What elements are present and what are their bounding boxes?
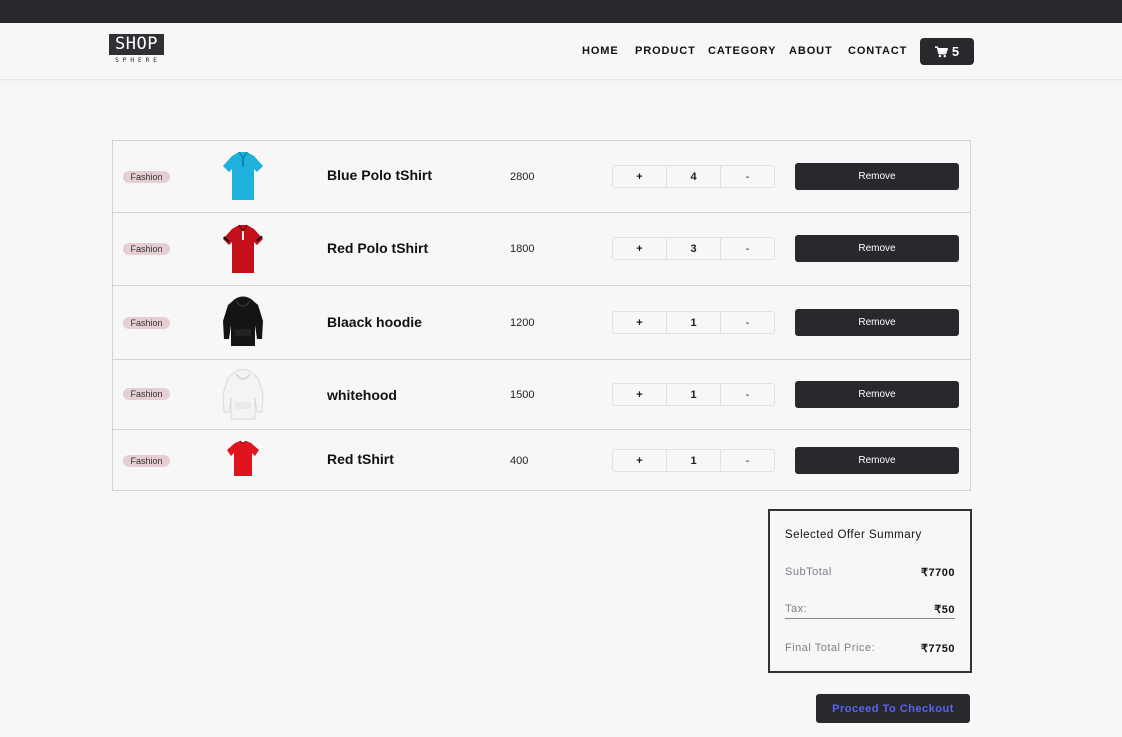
qty-decrease-button[interactable]: -	[721, 166, 774, 187]
red-polo-image	[218, 222, 268, 276]
quantity-stepper: + 1 -	[612, 449, 775, 472]
product-name[interactable]: Blue Polo tShirt	[327, 167, 432, 183]
product-name[interactable]: Red Polo tShirt	[327, 240, 428, 256]
qty-increase-button[interactable]: +	[613, 384, 667, 405]
top-strip	[0, 0, 1122, 23]
product-price: 1200	[510, 317, 535, 329]
cart-row: Fashion Red tShirt 400 + 1 - Remove	[113, 430, 970, 490]
product-name[interactable]: whitehood	[327, 387, 397, 403]
cart-table: Fashion Blue Polo tShirt 2800 + 4 - Remo…	[112, 140, 971, 491]
product-name[interactable]: Red tShirt	[327, 451, 394, 467]
qty-value: 1	[667, 384, 721, 405]
qty-value: 1	[667, 312, 721, 333]
shopping-cart-icon	[934, 45, 948, 57]
nav-about[interactable]: ABOUT	[789, 45, 833, 57]
remove-button[interactable]: Remove	[795, 447, 959, 474]
brand-logo-top: SHOP	[109, 34, 164, 55]
quantity-stepper: + 4 -	[612, 165, 775, 188]
remove-button[interactable]: Remove	[795, 163, 959, 190]
final-total-value: ₹7750	[921, 643, 955, 655]
qty-increase-button[interactable]: +	[613, 238, 667, 259]
brand-logo[interactable]: SHOP SPHERE	[109, 34, 164, 65]
proceed-to-checkout-button[interactable]: Proceed To Checkout	[816, 694, 970, 723]
cart-row: Fashion Blaack hoodie 1200 + 1 - Remove	[113, 286, 970, 360]
qty-value: 1	[667, 450, 721, 471]
qty-increase-button[interactable]: +	[613, 450, 667, 471]
category-badge: Fashion	[123, 317, 170, 329]
product-price: 1500	[510, 389, 535, 401]
white-hoodie-image	[218, 368, 268, 422]
cart-button[interactable]: 5	[920, 38, 974, 65]
nav-category[interactable]: CATEGORY	[708, 45, 776, 57]
final-total-label: Final Total Price:	[785, 642, 876, 654]
subtotal-label: SubTotal	[785, 566, 832, 578]
qty-decrease-button[interactable]: -	[721, 450, 774, 471]
qty-value: 3	[667, 238, 721, 259]
category-badge: Fashion	[123, 243, 170, 255]
qty-decrease-button[interactable]: -	[721, 384, 774, 405]
qty-increase-button[interactable]: +	[613, 166, 667, 187]
navbar: SHOP SPHERE HOME PRODUCT CATEGORY ABOUT …	[0, 23, 1122, 80]
product-price: 1800	[510, 243, 535, 255]
nav-product[interactable]: PRODUCT	[635, 45, 696, 57]
nav-home[interactable]: HOME	[582, 45, 619, 57]
category-badge: Fashion	[123, 171, 170, 183]
remove-button[interactable]: Remove	[795, 309, 959, 336]
black-hoodie-image	[218, 295, 268, 349]
quantity-stepper: + 1 -	[612, 311, 775, 334]
cart-row: Fashion Blue Polo tShirt 2800 + 4 - Remo…	[113, 141, 970, 213]
brand-logo-bottom: SPHERE	[115, 57, 161, 64]
qty-value: 4	[667, 166, 721, 187]
tax-value: ₹50	[934, 604, 955, 616]
cart-row: Fashion Red Polo tShirt 1800 + 3 - Remov…	[113, 213, 970, 286]
quantity-stepper: + 1 -	[612, 383, 775, 406]
qty-increase-button[interactable]: +	[613, 312, 667, 333]
quantity-stepper: + 3 -	[612, 237, 775, 260]
qty-decrease-button[interactable]: -	[721, 238, 774, 259]
subtotal-value: ₹7700	[921, 567, 955, 579]
blue-polo-image	[218, 149, 268, 203]
category-badge: Fashion	[123, 455, 170, 467]
qty-decrease-button[interactable]: -	[721, 312, 774, 333]
red-tshirt-image	[218, 439, 268, 479]
product-price: 2800	[510, 171, 535, 183]
summary-divider	[785, 618, 955, 619]
summary-title: Selected Offer Summary	[785, 529, 922, 541]
remove-button[interactable]: Remove	[795, 235, 959, 262]
tax-label: Tax:	[785, 603, 808, 615]
order-summary: Selected Offer Summary SubTotal ₹7700 Ta…	[768, 509, 972, 673]
nav-contact[interactable]: CONTACT	[848, 45, 907, 57]
category-badge: Fashion	[123, 388, 170, 400]
product-price: 400	[510, 455, 529, 467]
cart-count: 5	[951, 44, 960, 59]
remove-button[interactable]: Remove	[795, 381, 959, 408]
product-name[interactable]: Blaack hoodie	[327, 314, 422, 330]
cart-row: Fashion whitehood 1500 + 1 - Remove	[113, 360, 970, 430]
